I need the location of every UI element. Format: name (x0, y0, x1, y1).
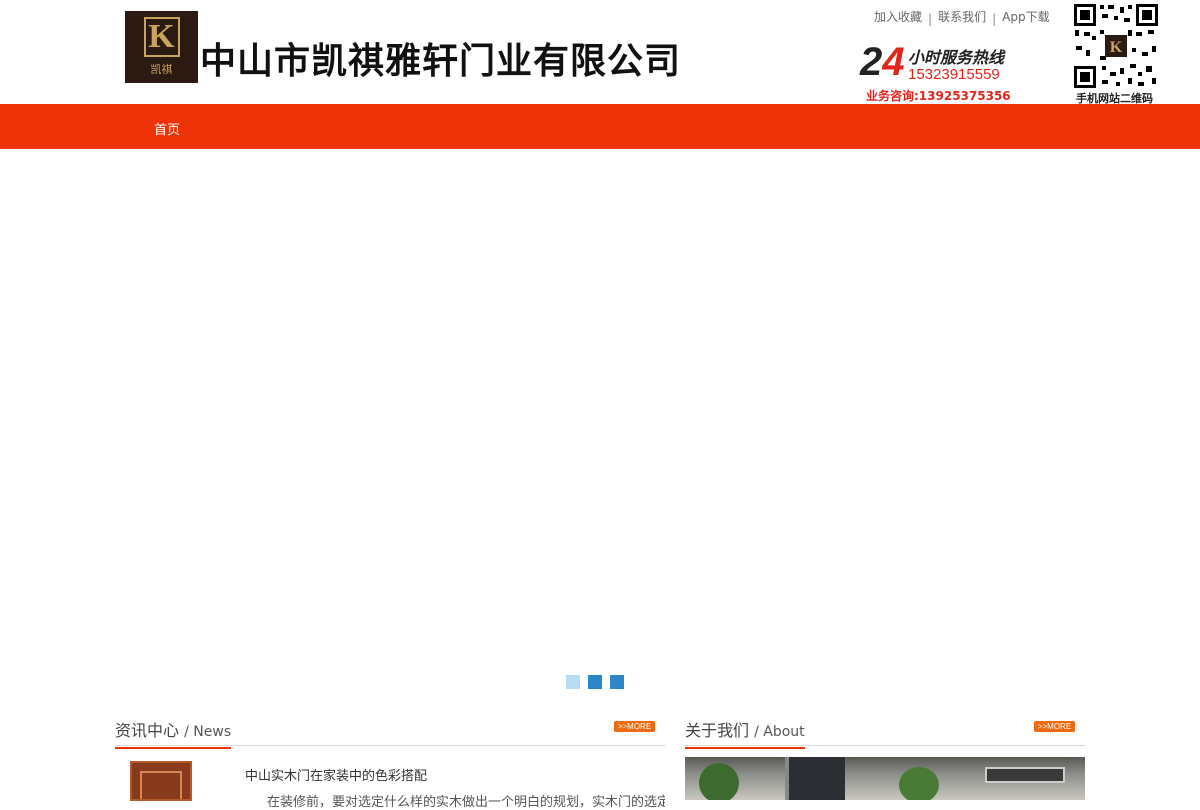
hotline-phone: 15323915559 (908, 66, 1000, 83)
plant-decoration (899, 767, 939, 800)
window-decoration (785, 757, 845, 800)
company-logo[interactable]: K 凯祺 (125, 11, 198, 83)
nav-item-home[interactable]: 首页 (154, 119, 180, 138)
news-section-header: 资讯中心 / News >>MORE (115, 713, 665, 749)
hotline-24-graphic: 24 (860, 40, 905, 84)
news-title-cn: 资讯中心 (115, 721, 180, 740)
main-nav: 首页 (0, 104, 1200, 149)
hotline-service-text: 小时服务热线 (908, 48, 1005, 67)
news-more-button[interactable]: >>MORE (614, 721, 655, 732)
news-section-title: 资讯中心 / News (115, 717, 232, 749)
logo-brand-name: 凯祺 (150, 63, 173, 76)
slide-dot-3[interactable] (610, 675, 624, 689)
slide-dot-2[interactable] (588, 675, 602, 689)
svg-text:K: K (1110, 39, 1123, 56)
hero-banner (0, 149, 1200, 705)
painting-decoration (985, 767, 1065, 783)
company-name: 中山市凯祺雅轩门业有限公司 (200, 40, 682, 82)
logo-k-mark: K (143, 17, 180, 57)
consult-phone: 业务咨询:13925375356 (866, 89, 1011, 103)
add-favorite-link[interactable]: 加入收藏 (868, 8, 928, 25)
news-item-title[interactable]: 中山实木门在家装中的色彩搭配 (245, 765, 427, 784)
about-section: 关于我们 / About >>MORE (685, 713, 1085, 800)
news-title-en: / News (184, 724, 232, 740)
about-more-button[interactable]: >>MORE (1034, 721, 1075, 732)
app-download-link[interactable]: App下载 (996, 8, 1055, 25)
plant-decoration (699, 763, 739, 800)
contact-us-link[interactable]: 联系我们 (932, 8, 992, 25)
site-header: K 凯祺 中山市凯祺雅轩门业有限公司 加入收藏 | 联系我们 | App下载 2… (0, 0, 1200, 105)
news-item-thumbnail[interactable] (130, 761, 192, 801)
about-section-header: 关于我们 / About >>MORE (685, 713, 1085, 749)
about-title-en: / About (754, 724, 805, 740)
news-section: 资讯中心 / News >>MORE 中山实木门在家装中的色彩搭配 在装修前，要… (115, 713, 665, 810)
slide-dot-1[interactable] (566, 675, 580, 689)
top-links: 加入收藏 | 联系我们 | App下载 (868, 6, 1056, 27)
about-office-image (685, 757, 1085, 800)
about-section-title: 关于我们 / About (685, 717, 805, 749)
hotline-banner: 24 小时服务热线 15323915559 业务咨询:13925375356 (858, 40, 1018, 103)
banner-pagination (566, 675, 624, 689)
qr-code-icon: K (1072, 2, 1160, 90)
about-title-cn: 关于我们 (685, 721, 750, 740)
news-item-summary: 在装修前，要对选定什么样的实木做出一个明白的规划，实木门的选定要与 (267, 795, 665, 810)
